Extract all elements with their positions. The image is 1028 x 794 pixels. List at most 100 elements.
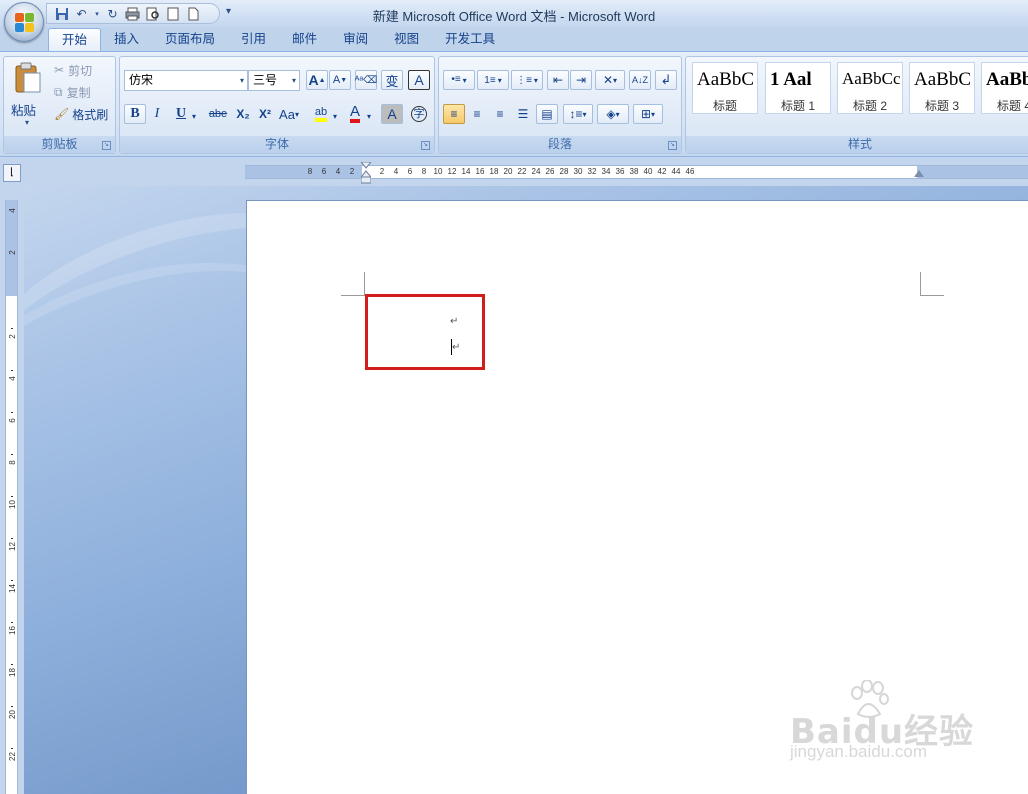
align-left-button[interactable]: ≡ xyxy=(443,104,465,124)
undo-dropdown-icon[interactable]: ▾ xyxy=(93,5,101,22)
ruler-number: 6 xyxy=(407,167,413,176)
quick-access-toolbar: ↶ ▾ ↻ xyxy=(46,3,220,24)
right-indent-marker-icon[interactable] xyxy=(914,170,924,177)
paragraph-dialog-launcher-icon[interactable]: ↘ xyxy=(668,141,677,150)
italic-button[interactable]: I xyxy=(146,104,168,124)
align-right-button[interactable]: ≡ xyxy=(489,104,511,124)
print-icon[interactable] xyxy=(124,5,141,22)
enclose-characters-button[interactable]: 字 xyxy=(408,104,430,124)
justify-button[interactable]: ☰ xyxy=(512,104,534,124)
underline-dropdown-icon[interactable]: ▾ xyxy=(192,106,196,126)
undo-icon[interactable]: ↶ xyxy=(73,5,90,22)
borders-button[interactable]: ⊞ ▾ xyxy=(633,104,663,124)
character-shading-button[interactable]: A xyxy=(381,104,403,124)
line-spacing-icon: ↕≡ xyxy=(569,107,583,121)
font-color-button[interactable]: A xyxy=(344,104,366,124)
ruler-number: 8 xyxy=(421,167,427,176)
ruler-left-margin xyxy=(245,166,362,178)
customize-qat-icon[interactable]: ▾ xyxy=(226,6,231,17)
text-highlight-button[interactable]: ab xyxy=(310,104,332,124)
chinese-layout-button[interactable]: ✕ ▾ xyxy=(595,70,625,90)
ruler-number: 28 xyxy=(559,167,569,176)
multilevel-list-button[interactable]: ⋮≡ ▾ xyxy=(511,70,543,90)
tab-insert[interactable]: 插入 xyxy=(101,28,152,52)
indent-marker-icon[interactable] xyxy=(361,162,371,184)
cut-button[interactable]: ✂ 剪切 xyxy=(54,60,92,80)
increase-indent-button[interactable]: ⇥ xyxy=(570,70,592,90)
style-sample: 1 Aal xyxy=(770,69,812,90)
paragraph-group: •≡ ▾ 1≡ ▾ ⋮≡ ▾ ⇤ ⇥ ✕ ▾ A↓Z ↲ ≡ ≡ ≡ ☰ ▤ ↕≡ ▾ ◈… xyxy=(438,56,682,154)
redo-icon[interactable]: ↻ xyxy=(104,5,121,22)
open-icon[interactable] xyxy=(164,5,181,22)
font-size-select[interactable]: 三号 ▾ xyxy=(248,70,300,91)
italic-icon: I xyxy=(154,106,160,121)
font-name-select[interactable]: 仿宋 ▾ xyxy=(124,70,248,91)
style-title[interactable]: AaBbC 标题 xyxy=(692,62,758,114)
bold-button[interactable]: B xyxy=(124,104,146,124)
baidu-jingyan-watermark: Baidu经验 jingyan.baidu.com xyxy=(790,680,990,780)
change-case-button[interactable]: Aa ▾ xyxy=(278,104,300,124)
tab-view[interactable]: 视图 xyxy=(381,28,432,52)
phonetic-guide-button[interactable]: 变 xyxy=(381,70,403,90)
font-dialog-launcher-icon[interactable]: ↘ xyxy=(421,141,430,150)
chinese-layout-icon: ✕ xyxy=(602,73,614,87)
distributed-button[interactable]: ▤ xyxy=(536,104,558,124)
align-center-button[interactable]: ≡ xyxy=(466,104,488,124)
vertical-ruler[interactable]: 4 2 2 4 6 8 10 12 14 16 18 20 22 xyxy=(5,200,18,794)
line-spacing-button[interactable]: ↕≡ ▾ xyxy=(563,104,593,124)
ruler-tick xyxy=(11,411,13,413)
tab-selector-button[interactable]: ⌊ xyxy=(3,164,21,182)
style-name: 标题 1 xyxy=(780,99,815,113)
distributed-icon: ▤ xyxy=(541,107,553,121)
style-heading-3[interactable]: AaBbC 标题 3 xyxy=(909,62,975,114)
tab-references[interactable]: 引用 xyxy=(228,28,279,52)
copy-button[interactable]: ⧉ 复制 xyxy=(54,82,91,102)
paste-dropdown-icon: ▾ xyxy=(25,118,30,127)
style-sample: AaBb xyxy=(986,69,1028,90)
tab-mailings[interactable]: 邮件 xyxy=(279,28,330,52)
save-icon[interactable] xyxy=(53,5,70,22)
font-size-dropdown-icon: ▾ xyxy=(291,76,296,85)
style-heading-2[interactable]: AaBbCc 标题 2 xyxy=(837,62,903,114)
ruler-number: 4 xyxy=(335,167,341,176)
enclose-characters-icon: 字 xyxy=(411,106,427,122)
bullets-button[interactable]: •≡ ▾ xyxy=(443,70,475,90)
decrease-indent-button[interactable]: ⇤ xyxy=(547,70,569,90)
paste-icon xyxy=(15,62,41,93)
superscript-button[interactable]: X² xyxy=(254,104,276,124)
tab-review[interactable]: 审阅 xyxy=(330,28,381,52)
clear-format-button[interactable]: ᴬᵃ⌫ xyxy=(355,70,377,90)
style-heading-1[interactable]: 1 Aal 标题 1 xyxy=(765,62,831,114)
scissors-icon: ✂ xyxy=(54,63,65,77)
ruler-number: 42 xyxy=(657,167,667,176)
format-painter-button[interactable]: 🖌 格式刷 xyxy=(54,104,108,124)
font-color-dropdown-icon[interactable]: ▾ xyxy=(367,106,371,126)
subscript-button[interactable]: X₂ xyxy=(232,104,254,124)
numbering-button[interactable]: 1≡ ▾ xyxy=(477,70,509,90)
shading-button[interactable]: ◈ ▾ xyxy=(597,104,629,124)
grow-font-button[interactable]: A ▲ xyxy=(306,70,328,90)
print-preview-icon[interactable] xyxy=(144,5,161,22)
justify-icon: ☰ xyxy=(517,107,529,121)
clipboard-dialog-launcher-icon[interactable]: ↘ xyxy=(102,141,111,150)
ruler-number: 44 xyxy=(671,167,681,176)
shrink-font-button[interactable]: A ▼ xyxy=(329,70,351,90)
strikethrough-button[interactable]: abe xyxy=(204,104,232,124)
sort-button[interactable]: A↓Z xyxy=(629,70,651,90)
highlight-dropdown-icon[interactable]: ▾ xyxy=(333,106,337,126)
office-button[interactable] xyxy=(4,2,44,42)
tab-developer[interactable]: 开发工具 xyxy=(432,28,508,52)
new-document-icon[interactable] xyxy=(184,5,201,22)
font-name-value: 仿宋 xyxy=(129,73,154,87)
show-formatting-marks-button[interactable]: ↲ xyxy=(655,70,677,90)
underline-button[interactable]: U xyxy=(170,104,192,124)
ruler-number: 10 xyxy=(8,500,17,509)
paste-button[interactable]: 粘贴 ▾ xyxy=(9,60,47,132)
tab-home[interactable]: 开始 xyxy=(48,28,102,52)
style-heading-4[interactable]: AaBb 标题 4 xyxy=(981,62,1028,114)
character-border-button[interactable]: A xyxy=(408,70,430,90)
style-sample: AaBbC xyxy=(914,69,971,90)
clipboard-group-label: 剪贴板 xyxy=(4,136,115,153)
tab-page-layout[interactable]: 页面布局 xyxy=(152,28,228,52)
ribbon: 粘贴 ▾ ✂ 剪切 ⧉ 复制 🖌 格式刷 剪贴板 ↘ 仿宋 ▾ 三号 ▾ A ▲ … xyxy=(0,51,1028,157)
